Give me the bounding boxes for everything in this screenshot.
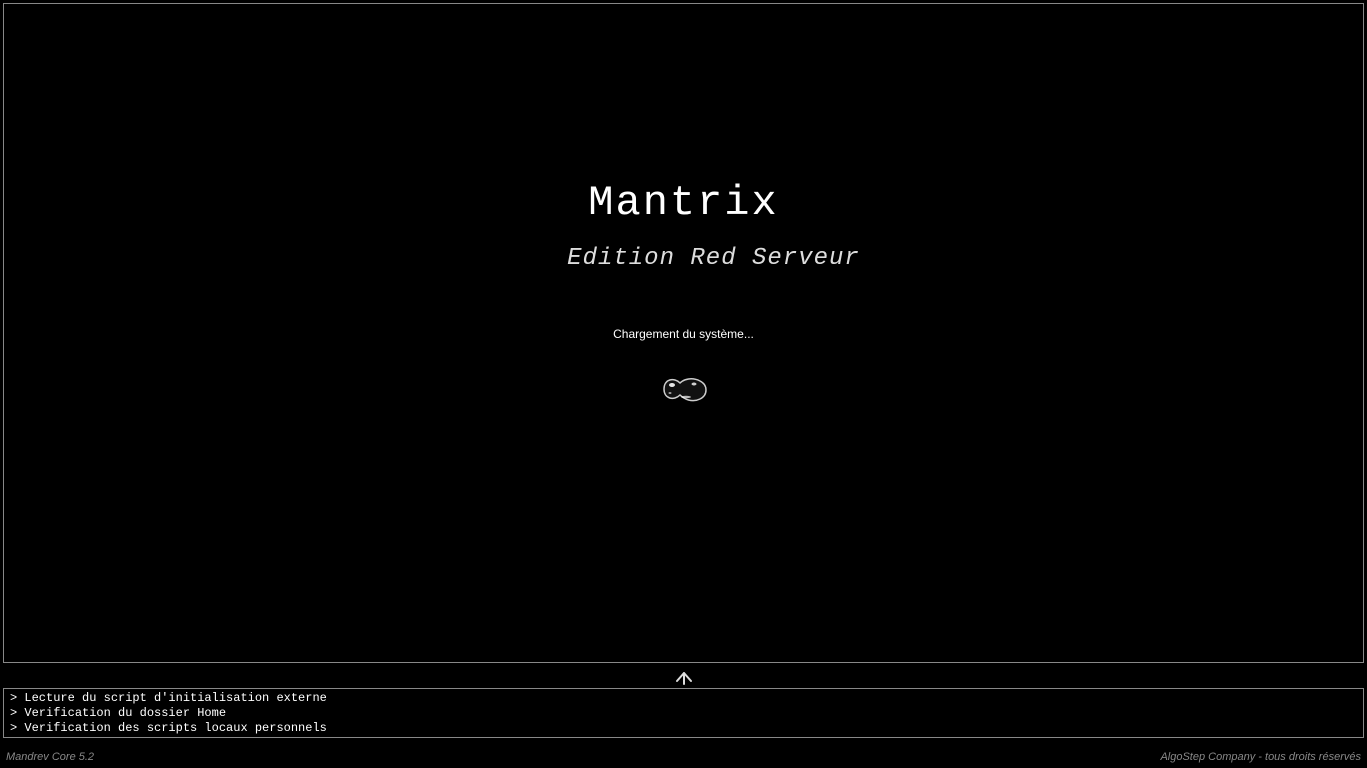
main-splash-panel: Mantrix Edition Red Serveur Chargement d…: [3, 3, 1364, 663]
loading-status-text: Chargement du système...: [507, 327, 860, 341]
app-title: Mantrix: [507, 179, 860, 227]
spinner-container: [507, 371, 860, 407]
footer-copyright-text: AlgoStep Company - tous droits réservés: [1160, 751, 1361, 763]
arrow-up-icon: [675, 671, 693, 685]
expand-log-button[interactable]: [669, 668, 699, 688]
log-line: > Verification des scripts locaux person…: [10, 721, 1357, 736]
log-line: > Lecture du script d'initialisation ext…: [10, 691, 1357, 706]
app-subtitle: Edition Red Serveur: [567, 245, 860, 272]
log-line: > Verification du dossier Home: [10, 706, 1357, 721]
title-block: Mantrix Edition Red Serveur Chargement d…: [507, 179, 860, 407]
loading-spinner-icon: [652, 371, 716, 407]
footer-bar: Mandrev Core 5.2 AlgoStep Company - tous…: [0, 746, 1367, 768]
boot-log-panel: > Lecture du script d'initialisation ext…: [3, 688, 1364, 738]
footer-version-text: Mandrev Core 5.2: [6, 751, 94, 763]
